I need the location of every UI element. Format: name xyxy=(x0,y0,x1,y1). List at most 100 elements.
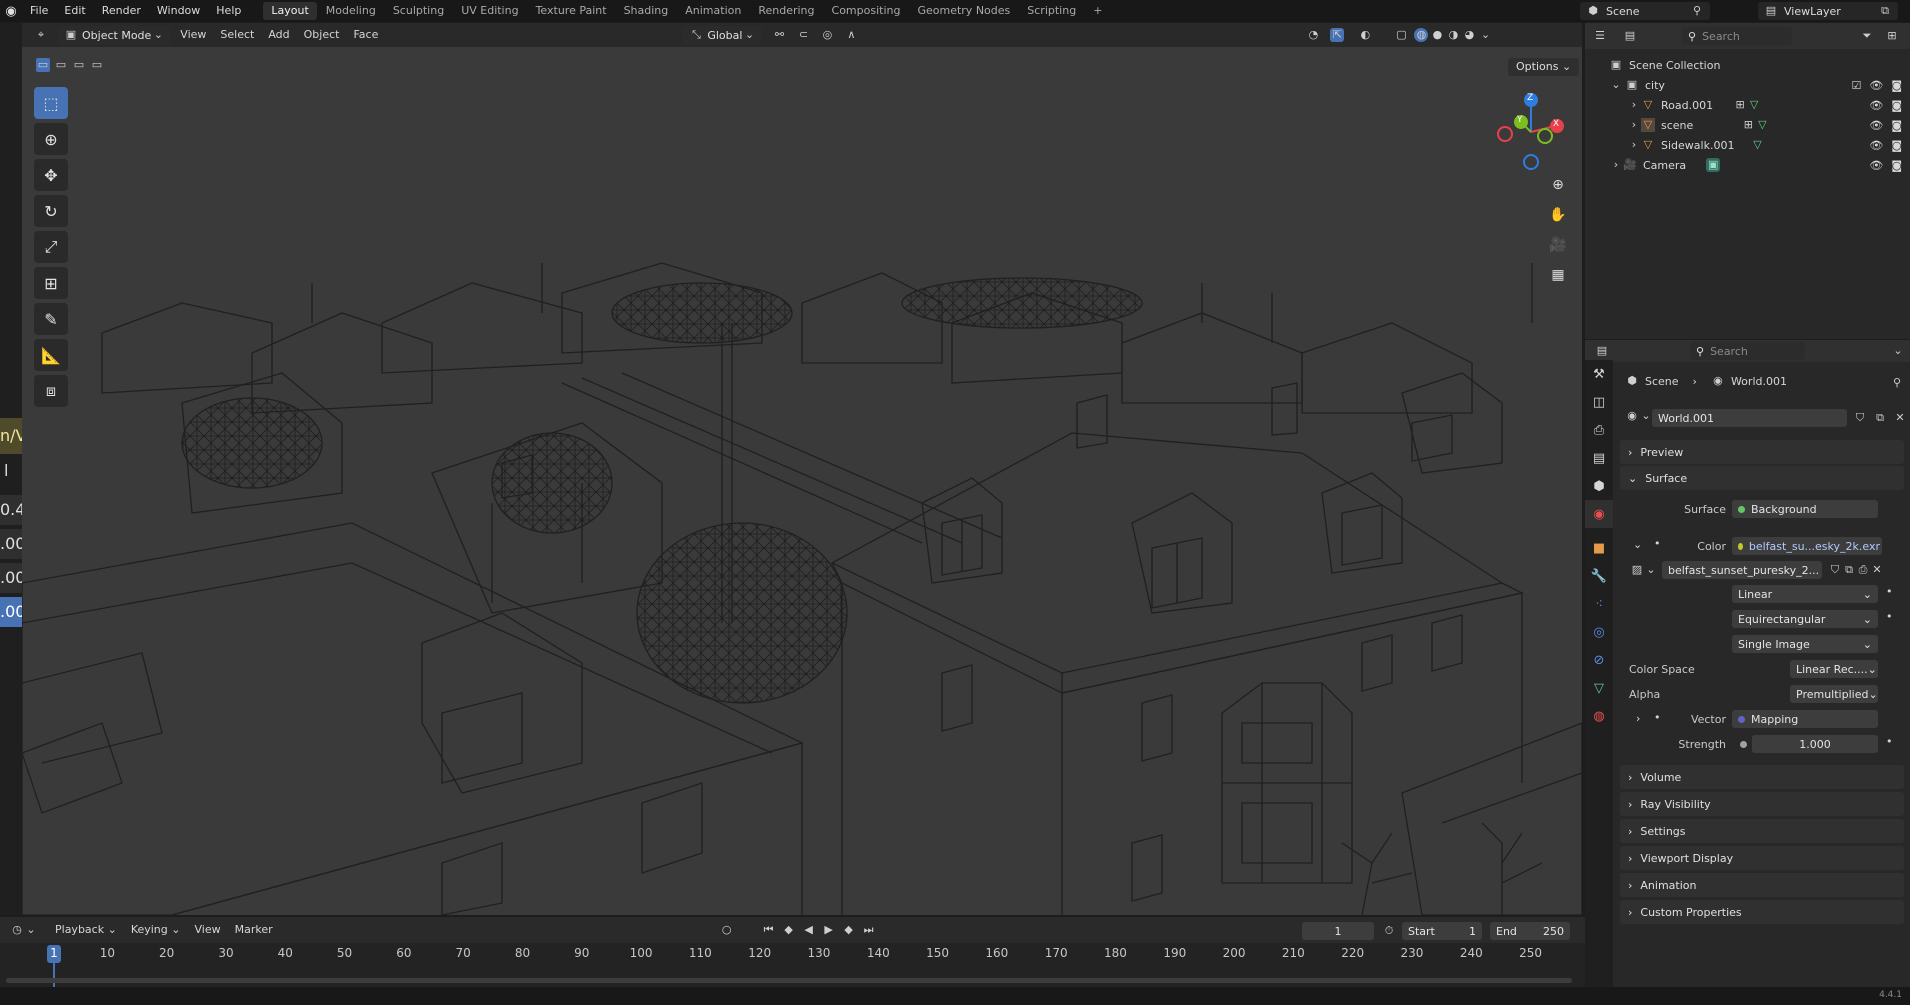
timeline-editor-icon[interactable]: ◷ xyxy=(10,923,24,937)
tl-menu-view[interactable]: View xyxy=(187,918,227,942)
wireframe-shading-icon[interactable]: ◍ xyxy=(1414,28,1429,42)
menu-file[interactable]: File xyxy=(22,0,56,22)
vector-input-field[interactable]: Mapping xyxy=(1732,710,1878,728)
play-icon[interactable]: ▶ xyxy=(822,923,836,937)
timeline-scrollbar[interactable] xyxy=(6,978,1572,983)
chevron-down-icon[interactable]: ⌄ xyxy=(1644,563,1658,577)
perspective-grid-icon[interactable]: ▦ xyxy=(1545,262,1571,288)
solid-shading-icon[interactable]: ● xyxy=(1430,28,1444,42)
xray-icon[interactable]: ▢ xyxy=(1394,28,1408,42)
tab-scripting[interactable]: Scripting xyxy=(1019,2,1084,20)
options-button[interactable]: Options ⌄ xyxy=(1508,58,1580,76)
properties-search-input[interactable]: ⚲ Search xyxy=(1690,342,1805,360)
snap-icon[interactable]: ⊂ xyxy=(796,28,810,42)
falloff-icon[interactable]: ∧ xyxy=(844,28,858,42)
tl-menu-keying[interactable]: Keying ⌄ xyxy=(124,918,188,942)
camera-icon[interactable]: ◙ xyxy=(1891,159,1902,172)
chevron-right-icon[interactable]: › xyxy=(1627,98,1641,112)
modifier-tab-icon[interactable]: 🔧 xyxy=(1585,562,1613,590)
outliner-editor-icon[interactable]: ☰ xyxy=(1593,29,1607,43)
zoom-icon[interactable]: ⊕ xyxy=(1545,172,1571,198)
camera-icon[interactable]: ◙ xyxy=(1891,99,1902,112)
chevron-down-icon[interactable]: ⌄ xyxy=(1639,409,1653,423)
edge-value-3[interactable]: .00 xyxy=(0,529,22,559)
duplicate-icon[interactable]: ⧉ xyxy=(1873,411,1887,425)
chevron-right-icon[interactable]: › xyxy=(1627,118,1641,132)
checkbox-icon[interactable]: ☑ xyxy=(1851,79,1861,92)
outliner-item-scene[interactable]: › ▽ scene ⊞ ▽ 👁 ◙ xyxy=(1585,115,1910,135)
render-tab-icon[interactable]: ◫ xyxy=(1585,388,1613,416)
rotate-tool-icon[interactable]: ↻ xyxy=(34,195,68,227)
chevron-down-icon[interactable]: ⌄ xyxy=(1891,344,1905,358)
pin-icon[interactable]: ⚲ xyxy=(1690,4,1704,18)
object-tab-icon[interactable]: ■ xyxy=(1585,534,1613,562)
gizmo-toggle-icon[interactable]: ⇱ xyxy=(1330,28,1345,42)
start-frame-field[interactable]: Start 1 xyxy=(1402,922,1482,940)
strength-field[interactable]: 1.000 xyxy=(1752,735,1878,753)
move-tool-icon[interactable]: ✥ xyxy=(34,159,68,191)
tl-menu-marker[interactable]: Marker xyxy=(228,918,280,942)
chevron-right-icon[interactable]: › xyxy=(1609,158,1623,172)
jump-end-icon[interactable]: ⏭ xyxy=(862,923,876,937)
duplicate-icon[interactable]: ⧉ xyxy=(1842,563,1856,577)
eye-icon[interactable]: 👁 xyxy=(1869,119,1883,132)
pack-icon[interactable]: ⎙ xyxy=(1856,563,1870,577)
jump-start-icon[interactable]: ⏮ xyxy=(762,923,776,937)
new-view-layer-icon[interactable]: ⧉ xyxy=(1878,4,1892,18)
transform-orientation-dropdown[interactable]: ⤡ Global ⌄ xyxy=(683,26,763,44)
select-new-icon[interactable]: ▭ xyxy=(36,58,50,72)
menu-help[interactable]: Help xyxy=(208,0,249,22)
display-mode-icon[interactable]: ▤ xyxy=(1623,29,1637,43)
vp-menu-select[interactable]: Select xyxy=(213,23,261,47)
menu-edit[interactable]: Edit xyxy=(56,0,93,22)
world-tab-icon[interactable]: ◉ xyxy=(1585,500,1613,528)
proportional-edit-icon[interactable]: ◎ xyxy=(820,28,834,42)
physics-tab-icon[interactable]: ◎ xyxy=(1585,618,1613,646)
pivot-icon[interactable]: ⚯ xyxy=(772,28,786,42)
view-layer-tab-icon[interactable]: ▤ xyxy=(1585,444,1613,472)
select-extend-icon[interactable]: ▭ xyxy=(54,58,68,72)
particles-tab-icon[interactable]: ⁖ xyxy=(1585,590,1613,618)
camera-icon[interactable]: ◙ xyxy=(1891,79,1902,92)
editor-type-icon[interactable]: ⌖ xyxy=(34,28,48,42)
color-space-dropdown[interactable]: Linear Rec.... ⌄ xyxy=(1790,660,1878,678)
projection-dropdown[interactable]: Equirectangular ⌄ xyxy=(1732,610,1878,628)
tab-sculpting[interactable]: Sculpting xyxy=(385,2,452,20)
3d-viewport[interactable] xyxy=(22,23,1582,915)
world-browse-icon[interactable]: ◉ xyxy=(1625,409,1639,423)
stopwatch-icon[interactable]: ⏱ xyxy=(1382,924,1396,938)
scene-tab-icon[interactable]: ⬢ xyxy=(1585,472,1613,500)
transform-tool-icon[interactable]: ⊞ xyxy=(34,267,68,299)
select-intersect-icon[interactable]: ▭ xyxy=(90,58,104,72)
mode-dropdown[interactable]: ▣ Object Mode ⌄ xyxy=(58,26,172,44)
vp-menu-view[interactable]: View xyxy=(173,23,213,47)
vp-menu-object[interactable]: Object xyxy=(297,23,347,47)
visibility-icon[interactable]: ◔ xyxy=(1306,28,1320,42)
material-shading-icon[interactable]: ◑ xyxy=(1446,28,1460,42)
select-box-tool-icon[interactable]: ⬚ xyxy=(34,87,68,119)
tab-rendering[interactable]: Rendering xyxy=(750,2,822,20)
navigation-gizmo[interactable]: Z Y X xyxy=(1495,90,1570,170)
interpolation-dropdown[interactable]: Linear ⌄ xyxy=(1732,585,1878,603)
vp-menu-add[interactable]: Add xyxy=(261,23,296,47)
fake-user-shield-icon[interactable]: ⛉ xyxy=(1853,411,1867,425)
panel-viewport-display[interactable]: › Viewport Display xyxy=(1620,846,1904,870)
vp-menu-face[interactable]: Face xyxy=(346,23,385,47)
outliner-item-sidewalk[interactable]: › ▽ Sidewalk.001 ▽ 👁 ◙ xyxy=(1585,135,1910,155)
output-tab-icon[interactable]: ⎙ xyxy=(1585,416,1613,444)
tl-menu-playback[interactable]: Playback ⌄ xyxy=(48,918,124,942)
panel-volume[interactable]: › Volume xyxy=(1620,765,1904,789)
edge-value-2[interactable]: 0.45 xyxy=(0,495,22,525)
chevron-down-icon[interactable]: ⌄ xyxy=(1609,78,1623,92)
image-name-field[interactable]: belfast_sunset_puresky_2... xyxy=(1662,561,1822,579)
outliner-item-camera[interactable]: › 🎥 Camera ▣ 👁 ◙ xyxy=(1585,155,1910,175)
eye-icon[interactable]: 👁 xyxy=(1869,99,1883,112)
panel-surface[interactable]: ⌄ Surface xyxy=(1620,466,1904,490)
tab-geometry-nodes[interactable]: Geometry Nodes xyxy=(909,2,1018,20)
scale-tool-icon[interactable]: ⤢ xyxy=(34,231,68,263)
next-keyframe-icon[interactable]: ◆ xyxy=(842,923,856,937)
panel-ray-visibility[interactable]: › Ray Visibility xyxy=(1620,792,1904,816)
tab-layout[interactable]: Layout xyxy=(263,2,317,20)
color-input-field[interactable]: belfast_su...esky_2k.exr xyxy=(1732,537,1882,555)
alpha-dropdown[interactable]: Premultiplied ⌄ xyxy=(1790,685,1878,703)
